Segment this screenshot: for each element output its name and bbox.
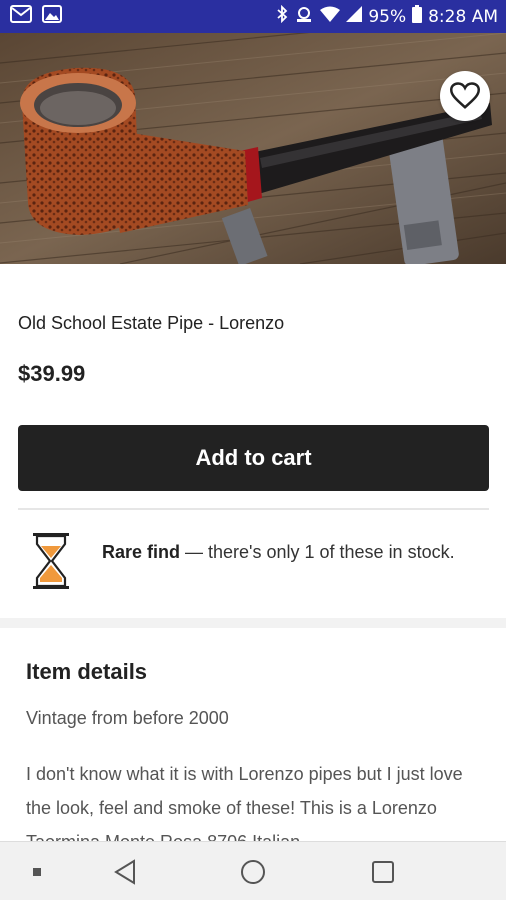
sync-icon (294, 5, 314, 28)
rare-find-text: Rare find — there's only 1 of these in s… (102, 537, 472, 567)
divider (18, 508, 489, 510)
pipe-photo (0, 33, 506, 264)
add-to-cart-button[interactable]: Add to cart (18, 425, 489, 491)
signal-icon (346, 6, 363, 27)
item-details-subheading: Vintage from before 2000 (26, 708, 229, 728)
menu-dot-button[interactable] (22, 842, 52, 900)
recents-square-icon (372, 860, 394, 883)
status-bar: 95% 8:28 AM (0, 0, 506, 33)
home-circle-icon (241, 859, 265, 884)
back-button[interactable] (100, 842, 150, 900)
gmail-icon (10, 5, 32, 28)
favorite-button[interactable] (440, 71, 490, 121)
navigation-bar (0, 841, 506, 900)
battery-icon (412, 5, 423, 28)
home-button[interactable] (228, 842, 278, 900)
photo-icon (42, 5, 62, 28)
clock: 8:28 AM (428, 6, 498, 27)
heart-icon (450, 82, 480, 109)
section-divider (0, 618, 506, 628)
product-price: $39.99 (18, 361, 86, 386)
item-details-heading: Item details (26, 659, 148, 684)
rare-find-label: Rare find (102, 542, 181, 562)
wifi-icon (320, 6, 341, 27)
recents-button[interactable] (358, 842, 408, 900)
bluetooth-icon (276, 4, 288, 28)
product-image[interactable] (0, 33, 506, 264)
hourglass-icon (33, 533, 69, 589)
product-title: Old School Estate Pipe - Lorenzo (18, 313, 285, 333)
dot-icon (33, 867, 41, 876)
battery-percent: 95% (368, 6, 407, 27)
back-triangle-icon (114, 858, 135, 885)
rare-find-detail: — there's only 1 of these in stock. (180, 542, 455, 562)
